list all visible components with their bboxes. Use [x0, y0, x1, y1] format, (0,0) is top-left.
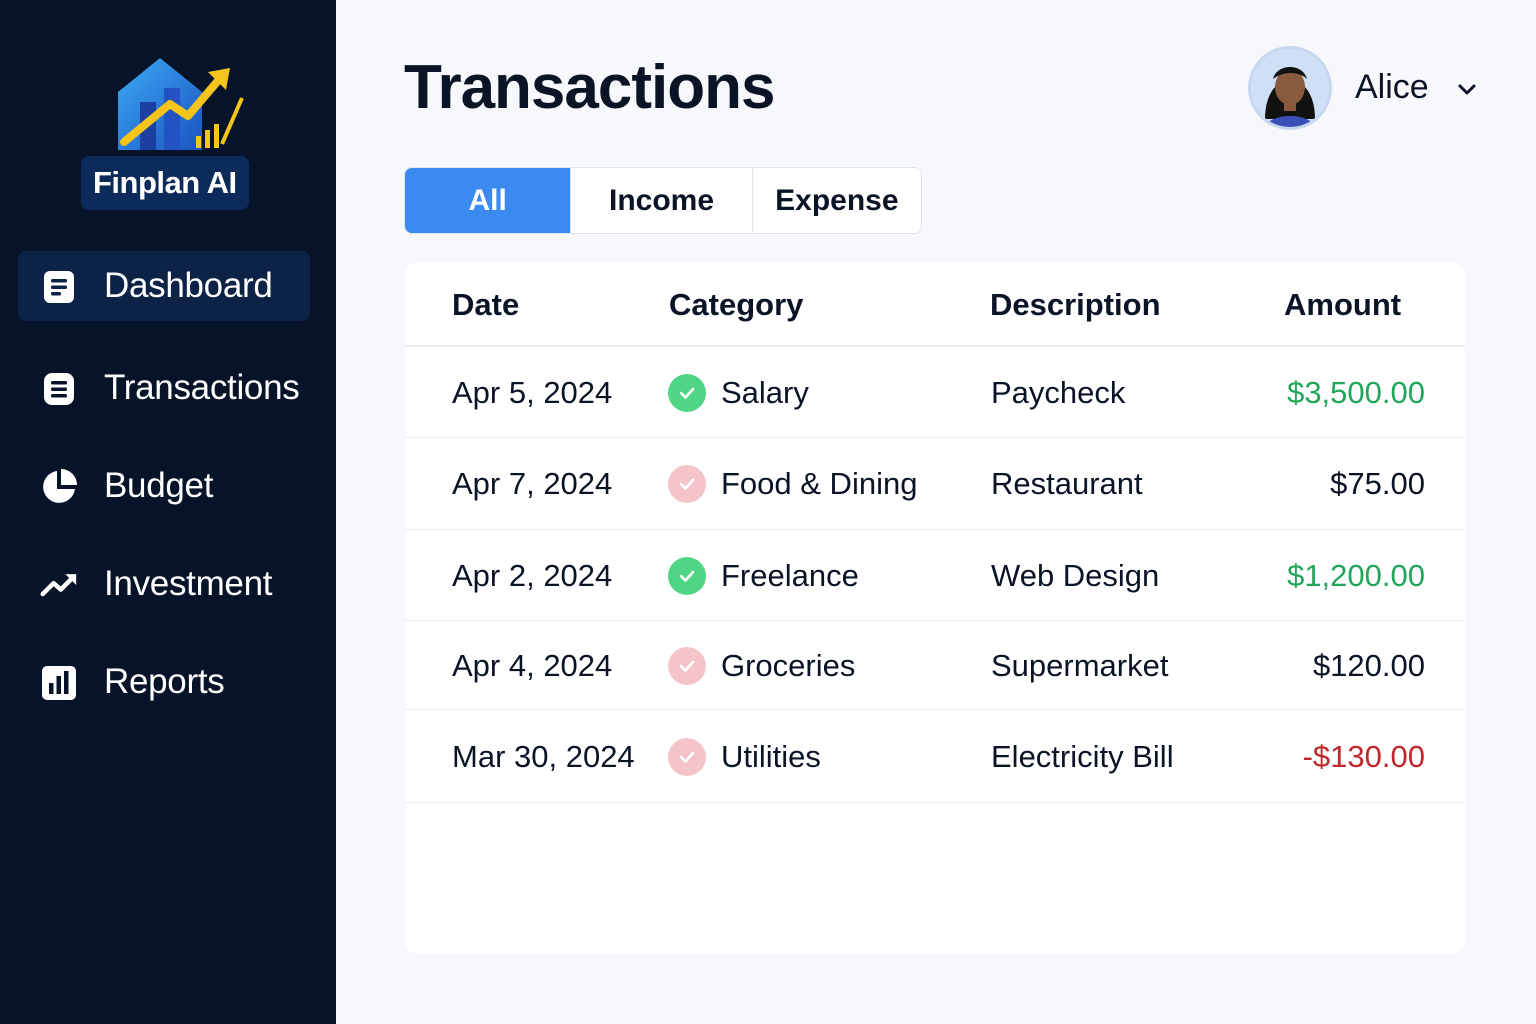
transaction-description: Web Design	[991, 558, 1160, 593]
transactions-table: Date Category Description Amount Apr 5, …	[405, 263, 1465, 953]
transaction-amount: $120.00	[1312, 648, 1425, 683]
sidebar-item-label: Investment	[104, 564, 273, 603]
table-row[interactable]: Apr 5, 2024 Salary Paycheck $3,500.00	[405, 347, 1465, 438]
expense-check-icon	[668, 647, 706, 685]
transaction-date: Apr 5, 2024	[452, 375, 613, 410]
transaction-category: Groceries	[721, 648, 856, 683]
sidebar-item-label: Transactions	[104, 368, 300, 407]
sidebar-item-label: Budget	[104, 466, 214, 505]
column-header-date[interactable]: Date	[452, 287, 519, 323]
pie-chart-icon	[40, 468, 78, 506]
bar-chart-icon	[40, 664, 78, 702]
income-check-icon	[668, 374, 706, 412]
trend-up-icon	[40, 566, 78, 604]
table-row[interactable]: Apr 7, 2024 Food & Dining Restaurant $75.00	[405, 438, 1465, 530]
sidebar-item-transactions[interactable]: Transactions	[18, 353, 310, 423]
table-row[interactable]: Mar 30, 2024 Utilities Electricity Bill -$1…	[405, 710, 1465, 803]
user-menu[interactable]: Alice	[1246, 44, 1496, 134]
transaction-amount: $75.00	[1330, 466, 1425, 501]
transaction-date: Apr 2, 2024	[452, 558, 613, 593]
tab-expense[interactable]: Expense	[753, 168, 921, 233]
document-icon	[40, 268, 78, 306]
sidebar-item-label: Reports	[104, 662, 225, 701]
sidebar: Finplan AI Dashboard Transactions Budget…	[0, 0, 336, 1024]
column-header-amount[interactable]: Amount	[1284, 287, 1401, 323]
transaction-description: Paycheck	[991, 375, 1126, 410]
avatar	[1248, 46, 1332, 130]
transaction-description: Electricity Bill	[991, 739, 1174, 774]
transaction-amount: $1,200.00	[1287, 558, 1425, 593]
transaction-description: Supermarket	[991, 648, 1169, 683]
table-row[interactable]: Apr 2, 2024 Freelance Web Design $1,200.00	[405, 530, 1465, 621]
transaction-amount: -$130.00	[1302, 739, 1425, 774]
list-icon	[40, 370, 78, 408]
expense-check-icon	[668, 465, 706, 503]
transaction-category: Food & Dining	[721, 466, 918, 501]
transaction-date: Apr 7, 2024	[452, 466, 613, 501]
user-name: Alice	[1355, 68, 1429, 106]
tab-all[interactable]: All	[405, 168, 572, 233]
transaction-category: Utilities	[721, 739, 821, 774]
column-header-category[interactable]: Category	[669, 287, 803, 323]
tab-income[interactable]: Income	[571, 168, 753, 233]
chevron-down-icon	[1458, 84, 1476, 95]
sidebar-item-label: Dashboard	[104, 266, 273, 305]
transaction-date: Apr 4, 2024	[452, 648, 613, 683]
sidebar-item-budget[interactable]: Budget	[18, 451, 310, 521]
transaction-description: Restaurant	[991, 466, 1143, 501]
sidebar-item-dashboard[interactable]: Dashboard	[18, 251, 310, 321]
transaction-category: Salary	[721, 375, 809, 410]
transaction-filter-tabs: All Income Expense	[404, 167, 922, 234]
sidebar-item-investment[interactable]: Investment	[18, 549, 310, 619]
logo-icon	[118, 58, 244, 150]
transaction-category: Freelance	[721, 558, 859, 593]
column-header-description[interactable]: Description	[990, 287, 1161, 323]
expense-check-icon	[668, 738, 706, 776]
transaction-amount: $3,500.00	[1287, 375, 1425, 410]
table-row[interactable]: Apr 4, 2024 Groceries Supermarket $120.00	[405, 621, 1465, 710]
page-title: Transactions	[404, 53, 775, 122]
income-check-icon	[668, 557, 706, 595]
transaction-date: Mar 30, 2024	[452, 739, 635, 774]
brand-name: Finplan AI	[81, 156, 249, 210]
sidebar-item-reports[interactable]: Reports	[18, 647, 310, 717]
